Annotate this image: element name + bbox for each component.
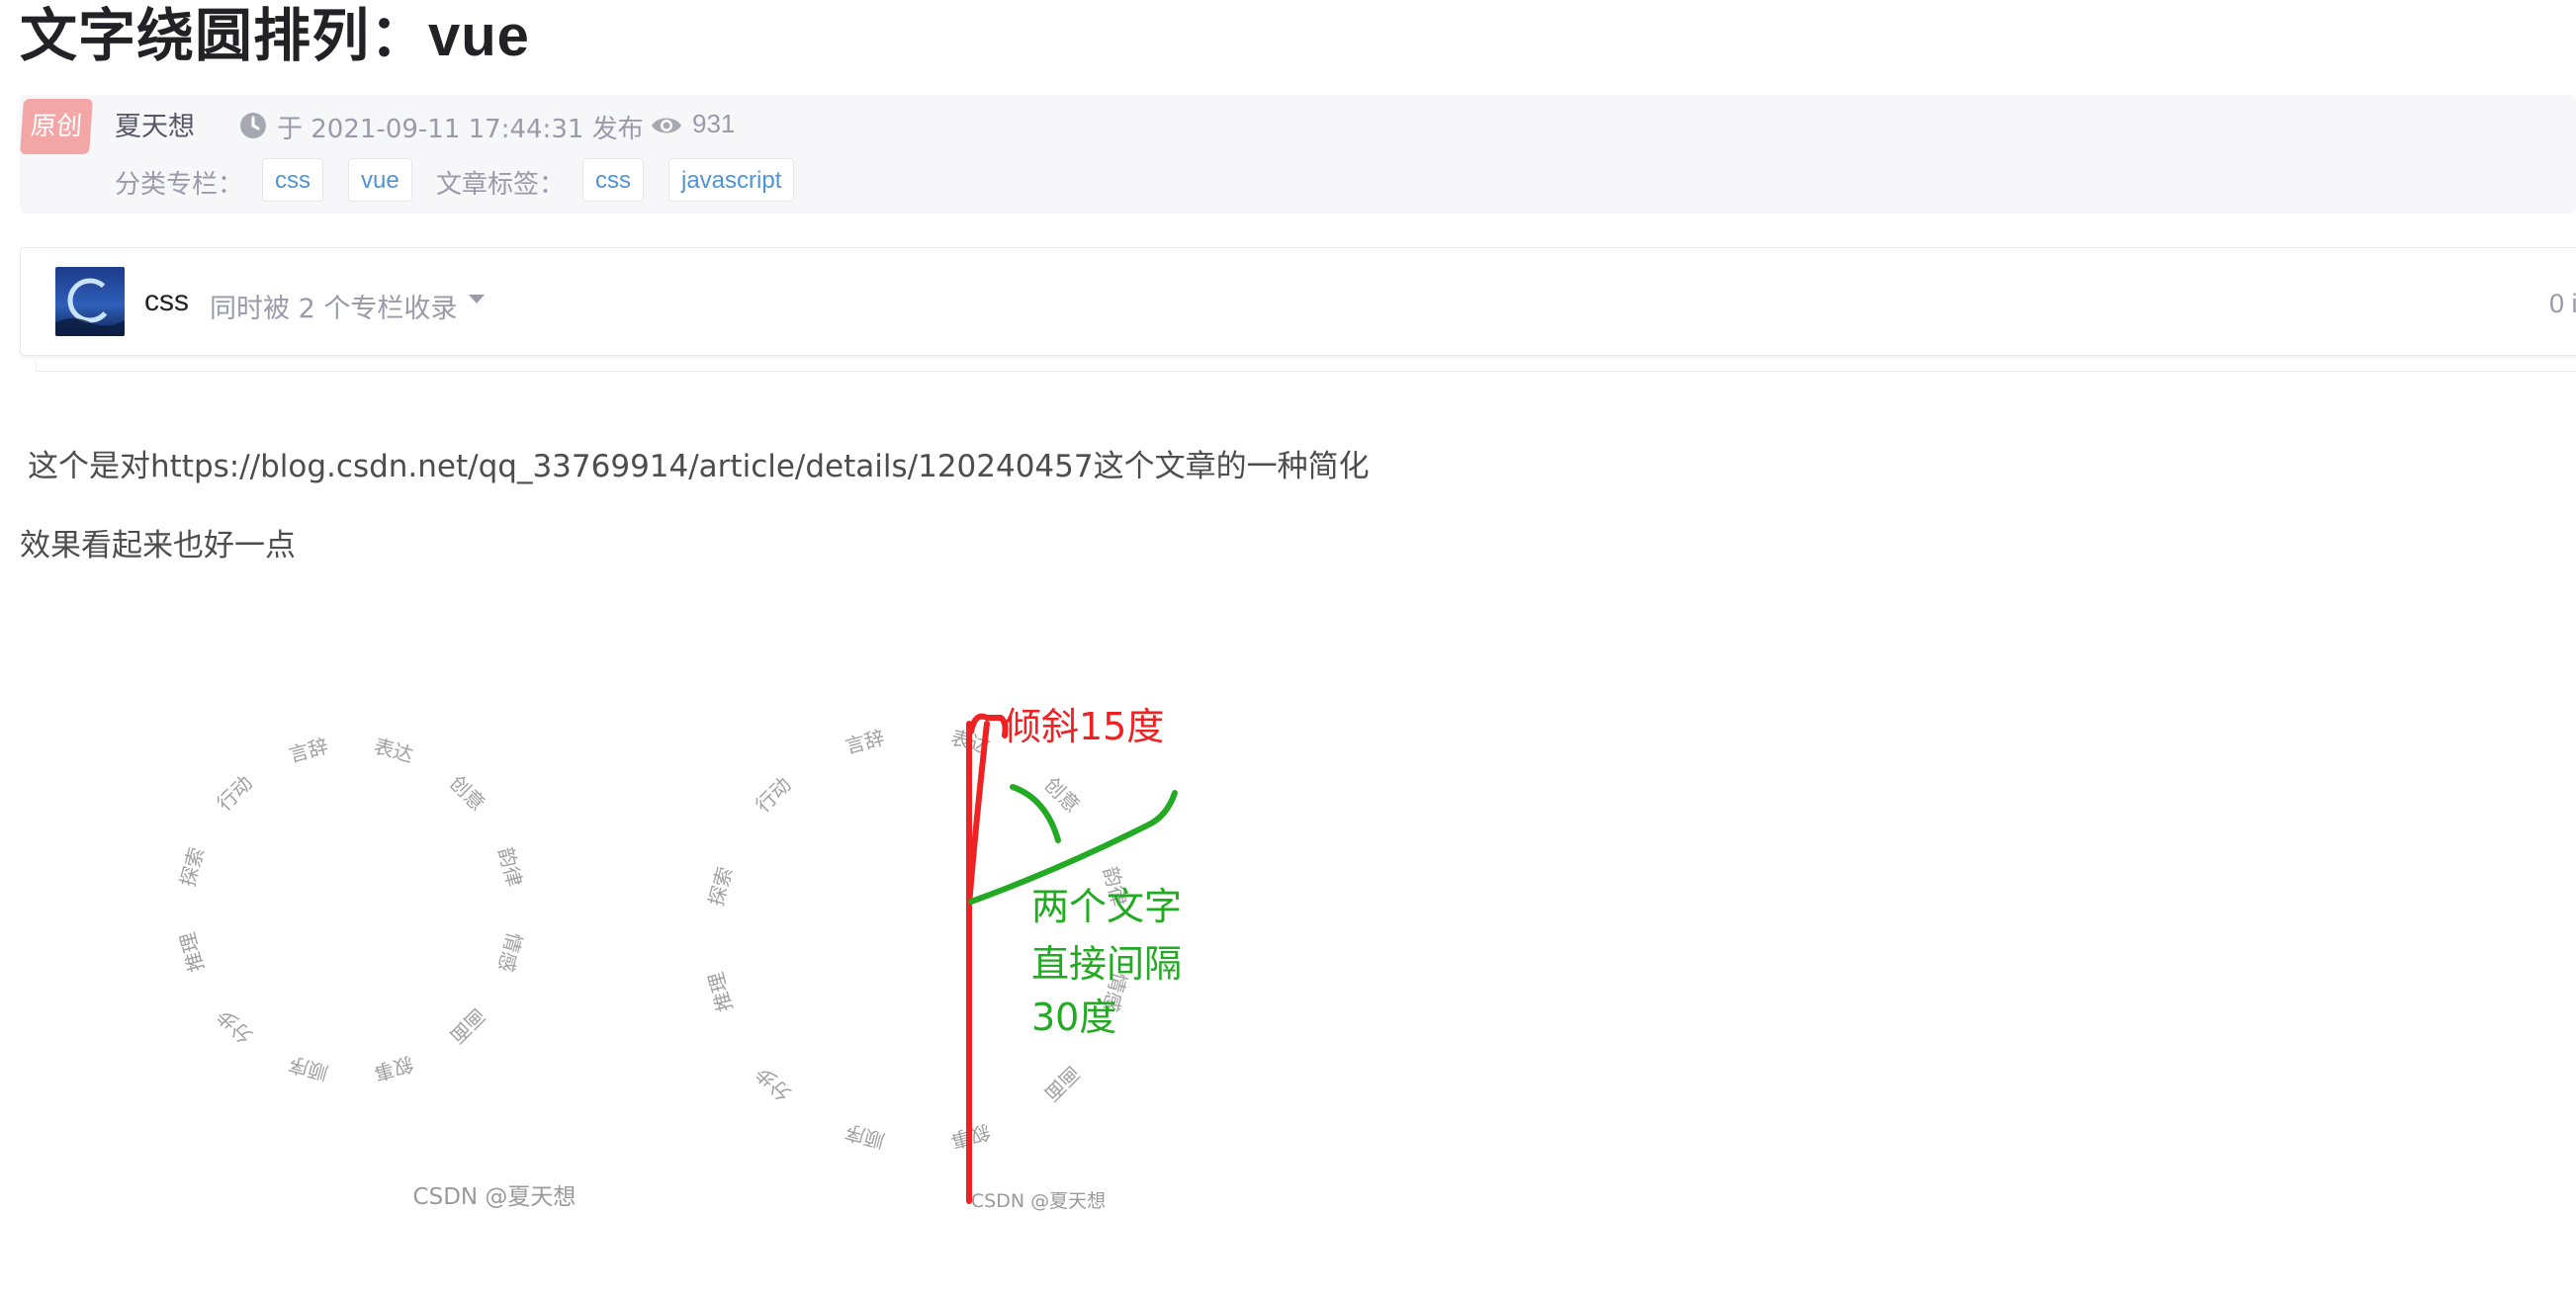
ring-left-word-7: 顺序	[286, 1052, 330, 1085]
clock-icon	[240, 113, 266, 138]
paragraph-link-note: 这个是对https://blog.csdn.net/qq_33769914/ar…	[28, 449, 1370, 484]
column-collect-dropdown[interactable]: 同时被 2 个专栏收录	[210, 287, 457, 325]
article-tag-css[interactable]: css	[582, 158, 644, 202]
annotation-green-line-2: 直接间隔	[1031, 942, 1182, 986]
tags-label: 文章标签：	[436, 170, 566, 200]
card-divider	[36, 362, 2576, 372]
category-tag-css[interactable]: css	[262, 158, 323, 202]
circle-text-figure: 言辞表达创意韵律情感画面叙事顺序分步推理探索行动 言辞表达创意韵律情感画面叙事顺…	[175, 705, 1182, 1212]
publish-time: 于 2021-09-11 17:44:31 发布	[277, 115, 644, 144]
original-badge: 原创	[20, 99, 93, 154]
column-avatar[interactable]	[55, 267, 125, 336]
ring-right-word-11: 行动	[751, 772, 795, 817]
watermark-left: CSDN @夏天想	[413, 1184, 577, 1210]
column-name[interactable]: css	[144, 285, 189, 318]
annotation-green-line-1: 两个文字	[1031, 885, 1182, 928]
ring-left-word-11: 行动	[213, 771, 257, 816]
ring-left-word-4: 情感	[493, 930, 527, 975]
annotation-green-line-3: 30度	[1031, 996, 1116, 1039]
ring-right: 言辞表达创意韵律情感画面叙事顺序分步推理探索行动	[704, 726, 1131, 1153]
ring-right-word-10: 探索	[704, 864, 738, 909]
category-label: 分类专栏：	[115, 170, 244, 200]
ring-left-word-10: 探索	[175, 844, 209, 889]
ring-left-word-6: 叙事	[372, 1052, 416, 1085]
ring-right-word-8: 分步	[751, 1061, 795, 1105]
ring-right-word-7: 顺序	[843, 1120, 887, 1154]
ring-left-word-5: 画面	[445, 1003, 489, 1048]
ring-left-word-9: 推理	[175, 930, 209, 975]
ring-left-word-0: 言辞	[286, 734, 330, 767]
category-tag-vue[interactable]: vue	[348, 158, 412, 202]
article-title: 文字绕圆排列：vue	[20, 4, 530, 68]
ring-right-word-9: 推理	[704, 970, 738, 1014]
ring-left-word-1: 表达	[372, 734, 416, 767]
eye-icon	[652, 118, 681, 133]
ring-left-word-3: 韵律	[493, 844, 527, 889]
annotation-tilt: 倾斜15度	[1004, 705, 1164, 748]
ring-right-word-0: 言辞	[843, 726, 887, 759]
paragraph-effect: 效果看起来也好一点	[20, 528, 296, 564]
article-tag-javascript[interactable]: javascript	[668, 158, 795, 202]
ring-right-word-5: 画面	[1039, 1061, 1084, 1105]
ring-left-word-2: 创意	[445, 771, 489, 816]
ring-left-word-8: 分步	[213, 1003, 257, 1048]
column-count: 0 i	[2549, 289, 2576, 318]
caret-down-icon[interactable]	[469, 295, 485, 304]
ring-left: 言辞 表达创意韵律情感画面叙事 顺序分步推理 探索行动	[175, 734, 526, 1084]
watermark-right: CSDN @夏天想	[971, 1190, 1106, 1212]
view-count: 931	[692, 109, 736, 138]
author-name[interactable]: 夏天想	[115, 105, 195, 143]
